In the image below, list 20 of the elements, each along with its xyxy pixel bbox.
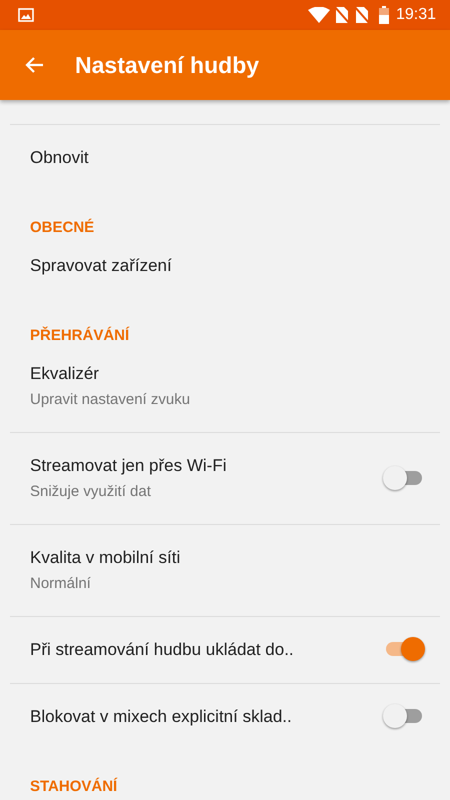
setting-title[interactable]: Ekvalizér xyxy=(30,362,408,386)
section-header: PŘEHRÁVÁNÍ xyxy=(30,327,130,344)
wifi-icon xyxy=(308,7,330,23)
setting-summary: Normální xyxy=(30,574,92,594)
setting-title[interactable]: Při streamování hudbu ukládat do.. xyxy=(30,638,370,662)
section-header: OBECNÉ xyxy=(30,219,94,236)
screen-title: Nastavení hudby xyxy=(75,52,260,78)
setting-title[interactable]: Kvalita v mobilní síti xyxy=(30,546,408,570)
setting-title[interactable]: Spravovat zařízení xyxy=(30,254,408,278)
image-icon xyxy=(18,8,34,22)
setting-summary: Upravit nastavení zvuku xyxy=(30,390,192,410)
section-header: STAHOVÁNÍ xyxy=(30,778,118,795)
setting-title[interactable]: Obnovit xyxy=(30,146,408,170)
setting-title[interactable]: Blokovat v mixech explicitní sklad.. xyxy=(30,705,370,729)
no-sim-icon xyxy=(354,6,370,24)
battery-icon xyxy=(378,6,390,24)
no-sim-icon xyxy=(334,6,350,24)
clock: 19:31 xyxy=(396,6,436,24)
setting-summary: Snižuje využití dat xyxy=(30,482,152,502)
setting-title[interactable]: Streamovat jen přes Wi-Fi xyxy=(30,454,370,478)
